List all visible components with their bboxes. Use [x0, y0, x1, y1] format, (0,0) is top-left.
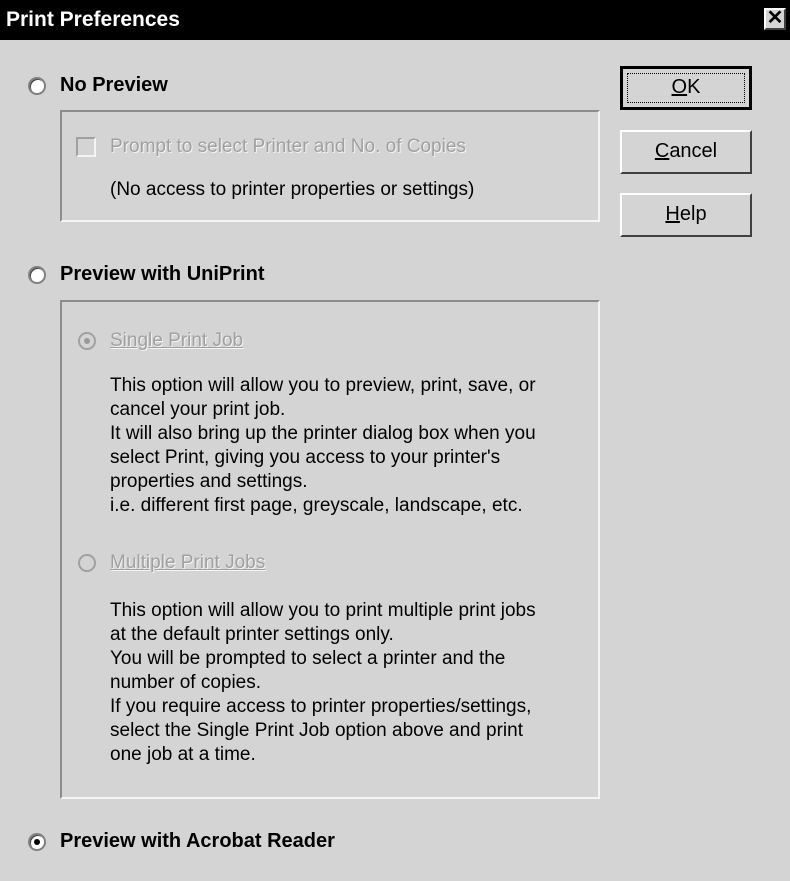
- multiple-print-jobs-option[interactable]: Multiple Print Jobs: [78, 552, 265, 574]
- single-print-job-radio[interactable]: [78, 332, 96, 350]
- no-access-note: (No access to printer properties or sett…: [110, 179, 475, 200]
- single-print-job-label: Single Print Job: [110, 330, 244, 351]
- description-line: cancel your print job.: [110, 399, 286, 420]
- cancel-label-rest: ancel: [669, 140, 718, 162]
- title-bar: Print Preferences ✕: [0, 0, 790, 40]
- description-line: You will be prompted to select a printer…: [110, 648, 506, 669]
- window-title: Print Preferences: [6, 8, 180, 31]
- description-line: If you require access to printer propert…: [110, 696, 532, 717]
- ok-button[interactable]: OK: [620, 66, 752, 110]
- preview-acrobat-option[interactable]: Preview with Acrobat Reader: [28, 830, 335, 853]
- cancel-mnemonic: C: [654, 140, 670, 162]
- focus-rectangle: [627, 73, 745, 103]
- description-line: properties and settings.: [110, 471, 308, 492]
- no-preview-label: No Preview: [60, 74, 168, 96]
- no-preview-group: Prompt to select Printer and No. of Copi…: [60, 110, 600, 222]
- help-label-rest: elp: [679, 203, 707, 225]
- description-line: This option will allow you to preview, p…: [110, 375, 536, 396]
- prompt-printer-label: Prompt to select Printer and No. of Copi…: [110, 136, 466, 157]
- description-line: number of copies.: [110, 672, 262, 693]
- prompt-printer-checkbox-row[interactable]: Prompt to select Printer and No. of Copi…: [76, 136, 466, 158]
- description-line: select the Single Print Job option above…: [110, 720, 523, 741]
- multiple-print-jobs-label: Multiple Print Jobs: [110, 552, 266, 573]
- multiple-print-jobs-radio[interactable]: [78, 554, 96, 572]
- uniprint-group: Single Print Job This option will allow …: [60, 300, 600, 799]
- multiple-print-jobs-description: This option will allow you to print mult…: [110, 599, 536, 767]
- description-line: It will also bring up the printer dialog…: [110, 423, 536, 444]
- prompt-printer-checkbox[interactable]: [76, 137, 96, 157]
- cancel-button[interactable]: Cancel: [620, 130, 752, 174]
- description-line: one job at a time.: [110, 744, 256, 765]
- preview-acrobat-label: Preview with Acrobat Reader: [60, 830, 335, 852]
- description-line: This option will allow you to print mult…: [110, 600, 536, 621]
- single-print-job-option[interactable]: Single Print Job: [78, 330, 243, 352]
- close-icon[interactable]: ✕: [764, 8, 786, 30]
- preview-uniprint-radio[interactable]: [28, 265, 46, 284]
- no-preview-option[interactable]: No Preview: [28, 74, 168, 97]
- help-button[interactable]: Help: [620, 193, 752, 237]
- preview-uniprint-label: Preview with UniPrint: [60, 263, 265, 285]
- description-line: at the default printer settings only.: [110, 624, 394, 645]
- preview-uniprint-option[interactable]: Preview with UniPrint: [28, 263, 264, 286]
- no-preview-radio[interactable]: [28, 76, 46, 95]
- preview-acrobat-radio[interactable]: [28, 832, 46, 851]
- single-print-job-description: This option will allow you to preview, p…: [110, 374, 536, 518]
- description-line: i.e. different first page, greyscale, la…: [110, 495, 523, 516]
- help-mnemonic: H: [665, 203, 680, 225]
- description-line: select Print, giving you access to your …: [110, 447, 501, 468]
